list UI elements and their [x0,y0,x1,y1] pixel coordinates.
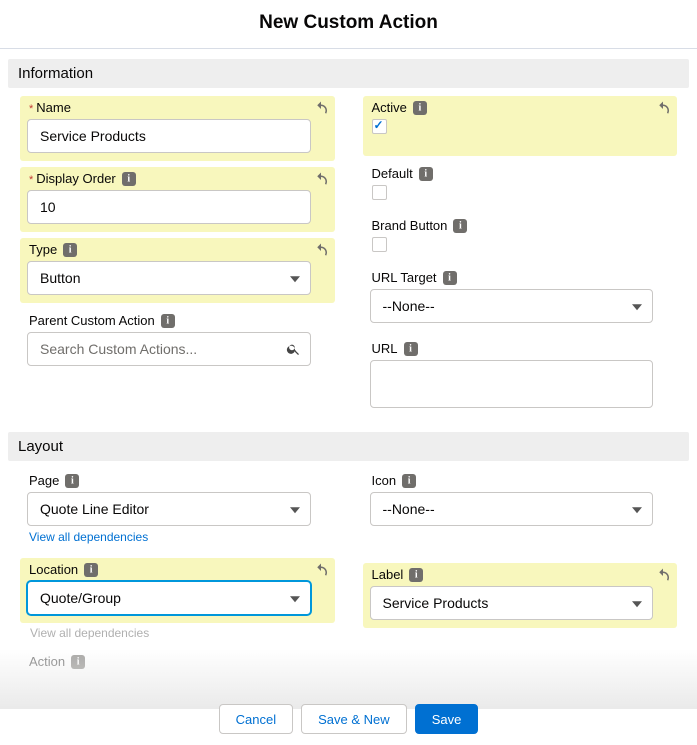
field-label: Label Service Products [363,563,678,628]
undo-icon[interactable] [654,100,672,118]
field-brand-button: Brand Button [363,214,678,260]
info-icon[interactable] [161,314,175,328]
location-select[interactable]: Quote/Group [27,581,311,615]
undo-icon[interactable] [312,562,330,580]
undo-icon[interactable] [654,567,672,585]
info-icon[interactable] [65,474,79,488]
url-label: URL [372,341,398,356]
field-default: Default [363,162,678,208]
field-name: *Name Service Products [20,96,335,161]
url-target-select[interactable]: --None-- [370,289,654,323]
search-icon [286,342,301,357]
default-checkbox[interactable] [372,185,387,200]
info-icon[interactable] [404,342,418,356]
active-label: Active [372,100,407,115]
info-icon[interactable] [409,568,423,582]
field-parent-custom-action: Parent Custom Action Search Custom Actio… [20,309,335,374]
name-input[interactable]: Service Products [27,119,311,153]
url-textarea[interactable] [370,360,654,408]
default-label: Default [372,166,413,181]
name-label: Name [36,100,71,115]
location-label: Location [29,562,78,577]
brand-button-checkbox[interactable] [372,237,387,252]
save-button[interactable]: Save [415,704,479,734]
view-dependencies-link-dim: View all dependencies [28,623,335,640]
info-icon[interactable] [84,563,98,577]
field-icon: Icon --None-- [363,469,678,534]
parent-custom-action-label: Parent Custom Action [29,313,155,328]
info-icon[interactable] [413,101,427,115]
info-icon[interactable] [419,167,433,181]
field-page: Page Quote Line Editor View all dependen… [20,469,335,552]
chevron-down-icon [290,276,300,282]
label-label: Label [372,567,404,582]
chevron-down-icon [632,304,642,310]
brand-button-label: Brand Button [372,218,448,233]
url-target-label: URL Target [372,270,437,285]
display-order-input[interactable]: 10 [27,190,311,224]
label-select[interactable]: Service Products [370,586,654,620]
footer: Cancel Save & New Save [0,693,697,745]
page-title: New Custom Action [0,0,697,48]
undo-icon[interactable] [312,242,330,260]
info-icon[interactable] [71,655,85,669]
save-new-button[interactable]: Save & New [301,704,407,734]
display-order-label: Display Order [36,171,115,186]
icon-select[interactable]: --None-- [370,492,654,526]
type-label: Type [29,242,57,257]
undo-icon[interactable] [312,171,330,189]
undo-icon[interactable] [312,100,330,118]
info-icon[interactable] [453,219,467,233]
field-type: Type Button [20,238,335,303]
section-layout: Layout [8,432,689,461]
icon-label: Icon [372,473,397,488]
chevron-down-icon [290,596,300,602]
info-icon[interactable] [443,271,457,285]
active-checkbox[interactable] [372,119,387,134]
parent-custom-action-search[interactable]: Search Custom Actions... [27,332,311,366]
info-icon[interactable] [122,172,136,186]
chevron-down-icon [632,601,642,607]
chevron-down-icon [632,507,642,513]
type-select[interactable]: Button [27,261,311,295]
view-dependencies-link[interactable]: View all dependencies [27,526,311,544]
section-information: Information [8,59,689,88]
action-label: Action [29,654,65,669]
field-location: Location Quote/Group [20,558,335,623]
field-display-order: *Display Order 10 [20,167,335,232]
field-active: Active [363,96,678,156]
page-label: Page [29,473,59,488]
info-icon[interactable] [402,474,416,488]
page-select[interactable]: Quote Line Editor [27,492,311,526]
field-url-target: URL Target --None-- [363,266,678,331]
field-action: Action [20,646,335,681]
field-url: URL [363,337,678,416]
divider [0,48,697,49]
cancel-button[interactable]: Cancel [219,704,293,734]
chevron-down-icon [290,507,300,513]
info-icon[interactable] [63,243,77,257]
